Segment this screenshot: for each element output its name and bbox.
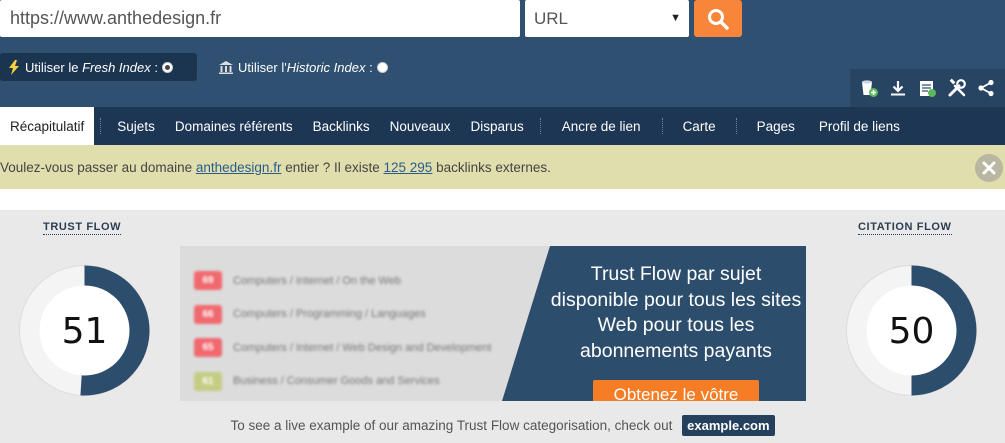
topic-row: 61 Business / Consumer Goods and Services bbox=[194, 365, 491, 399]
share-button[interactable] bbox=[975, 77, 997, 99]
spacer bbox=[0, 189, 1005, 210]
nav-separator bbox=[100, 118, 102, 134]
tab-ancre-de-lien[interactable]: Ancre de lien bbox=[547, 107, 656, 145]
tab-backlinks[interactable]: Backlinks bbox=[303, 107, 380, 145]
get-yours-button[interactable]: Obtenez le vôtre bbox=[593, 380, 759, 401]
download-button[interactable] bbox=[887, 77, 909, 99]
historic-index-label: Utiliser l'Historic Index : bbox=[238, 59, 373, 75]
topic-score-badge: 66 bbox=[194, 304, 222, 324]
fresh-index-label: Utiliser le Fresh Index : bbox=[25, 59, 158, 75]
close-icon bbox=[982, 161, 996, 175]
tab-recapitulatif[interactable]: Récapitulatif bbox=[0, 107, 95, 145]
header-bar: URL ▼ Utiliser le Fresh Index : Utiliser… bbox=[0, 0, 1005, 107]
example-line: To see a live example of our amazing Tru… bbox=[0, 415, 1005, 436]
topic-preview-list: 69 Computers / Internet / On the Web 66 Com… bbox=[194, 264, 491, 398]
toolbar bbox=[850, 69, 1005, 107]
nav-separator bbox=[539, 118, 541, 134]
topic-row: 65 Computers / Internet / Web Design and … bbox=[194, 331, 491, 365]
topic-category: Computers / Internet / On the Web bbox=[233, 274, 401, 287]
lightning-icon bbox=[8, 59, 20, 75]
domain-notice: Voulez-vous passer au domaine anthedesig… bbox=[0, 145, 1005, 189]
export-button[interactable] bbox=[916, 77, 938, 99]
chevron-down-icon: ▼ bbox=[670, 12, 681, 24]
historic-index-option[interactable]: Utiliser l'Historic Index : bbox=[211, 53, 396, 81]
summary-panel: TRUST FLOW 51 CITATION FLOW 50 69 Compute… bbox=[0, 210, 1005, 443]
tab-profil-de-liens[interactable]: Profil de liens bbox=[809, 107, 910, 145]
notice-text-2: entier ? Il existe bbox=[281, 159, 384, 175]
download-icon bbox=[891, 81, 906, 96]
fresh-index-radio[interactable] bbox=[161, 61, 173, 73]
topic-score-badge: 65 bbox=[194, 338, 222, 358]
search-button[interactable] bbox=[694, 0, 742, 37]
topical-trust-flow-promo: 69 Computers / Internet / On the Web 66 Com… bbox=[180, 246, 806, 401]
add-bucket-button[interactable] bbox=[858, 77, 880, 99]
trust-flow-title[interactable]: TRUST FLOW bbox=[43, 221, 122, 235]
notice-text-1: Voulez-vous passer au domaine bbox=[0, 159, 196, 175]
citation-flow-value: 50 bbox=[889, 311, 935, 352]
example-text: To see a live example of our amazing Tru… bbox=[230, 418, 673, 433]
topic-category: Computers / Internet / Web Design and De… bbox=[233, 341, 492, 354]
topic-score-badge: 69 bbox=[194, 271, 222, 291]
tab-pages[interactable]: Pages bbox=[743, 107, 809, 145]
promo-text: Trust Flow par sujet disponible pour tou… bbox=[550, 263, 802, 362]
fresh-index-option[interactable]: Utiliser le Fresh Index : bbox=[0, 53, 197, 81]
topic-category: Computers / Programming / Languages bbox=[233, 308, 426, 321]
citation-flow-title[interactable]: CITATION FLOW bbox=[858, 221, 952, 235]
close-notice-button[interactable] bbox=[975, 154, 1003, 182]
topic-row: 69 Computers / Internet / On the Web bbox=[194, 264, 491, 298]
add-bucket-icon bbox=[861, 80, 878, 97]
trust-flow-value: 51 bbox=[62, 311, 108, 352]
domain-link[interactable]: anthedesign.fr bbox=[196, 160, 282, 175]
tools-icon bbox=[948, 78, 966, 97]
museum-icon bbox=[219, 60, 233, 74]
tab-sujets[interactable]: Sujets bbox=[107, 107, 165, 145]
topic-score-badge: 61 bbox=[194, 371, 222, 391]
backlinks-count-link[interactable]: 125 295 bbox=[384, 160, 433, 175]
tab-disparus[interactable]: Disparus bbox=[460, 107, 533, 145]
tab-domaines-referents[interactable]: Domaines référents bbox=[165, 107, 303, 145]
citation-flow-gauge: 50 bbox=[846, 265, 977, 396]
search-type-select[interactable]: URL ▼ bbox=[525, 0, 689, 37]
nav-separator bbox=[735, 118, 737, 134]
notice-text-3: backlinks externes. bbox=[432, 159, 551, 175]
search-type-value: URL bbox=[534, 9, 569, 28]
topic-category: Business / Consumer Goods and Services bbox=[233, 375, 440, 388]
tools-button[interactable] bbox=[946, 77, 968, 99]
nav-separator bbox=[661, 118, 663, 134]
search-icon bbox=[708, 8, 729, 30]
trust-flow-gauge: 51 bbox=[19, 265, 150, 396]
historic-index-radio[interactable] bbox=[376, 61, 388, 73]
main-nav: Récapitulatif Sujets Domaines référents … bbox=[0, 107, 1005, 145]
example-link[interactable]: example.com bbox=[682, 415, 775, 436]
tab-carte[interactable]: Carte bbox=[669, 107, 730, 145]
share-icon bbox=[978, 79, 994, 97]
tab-nouveaux[interactable]: Nouveaux bbox=[380, 107, 461, 145]
url-input[interactable] bbox=[0, 0, 520, 37]
spreadsheet-icon bbox=[919, 80, 936, 97]
topic-row: 66 Computers / Programming / Languages bbox=[194, 298, 491, 332]
